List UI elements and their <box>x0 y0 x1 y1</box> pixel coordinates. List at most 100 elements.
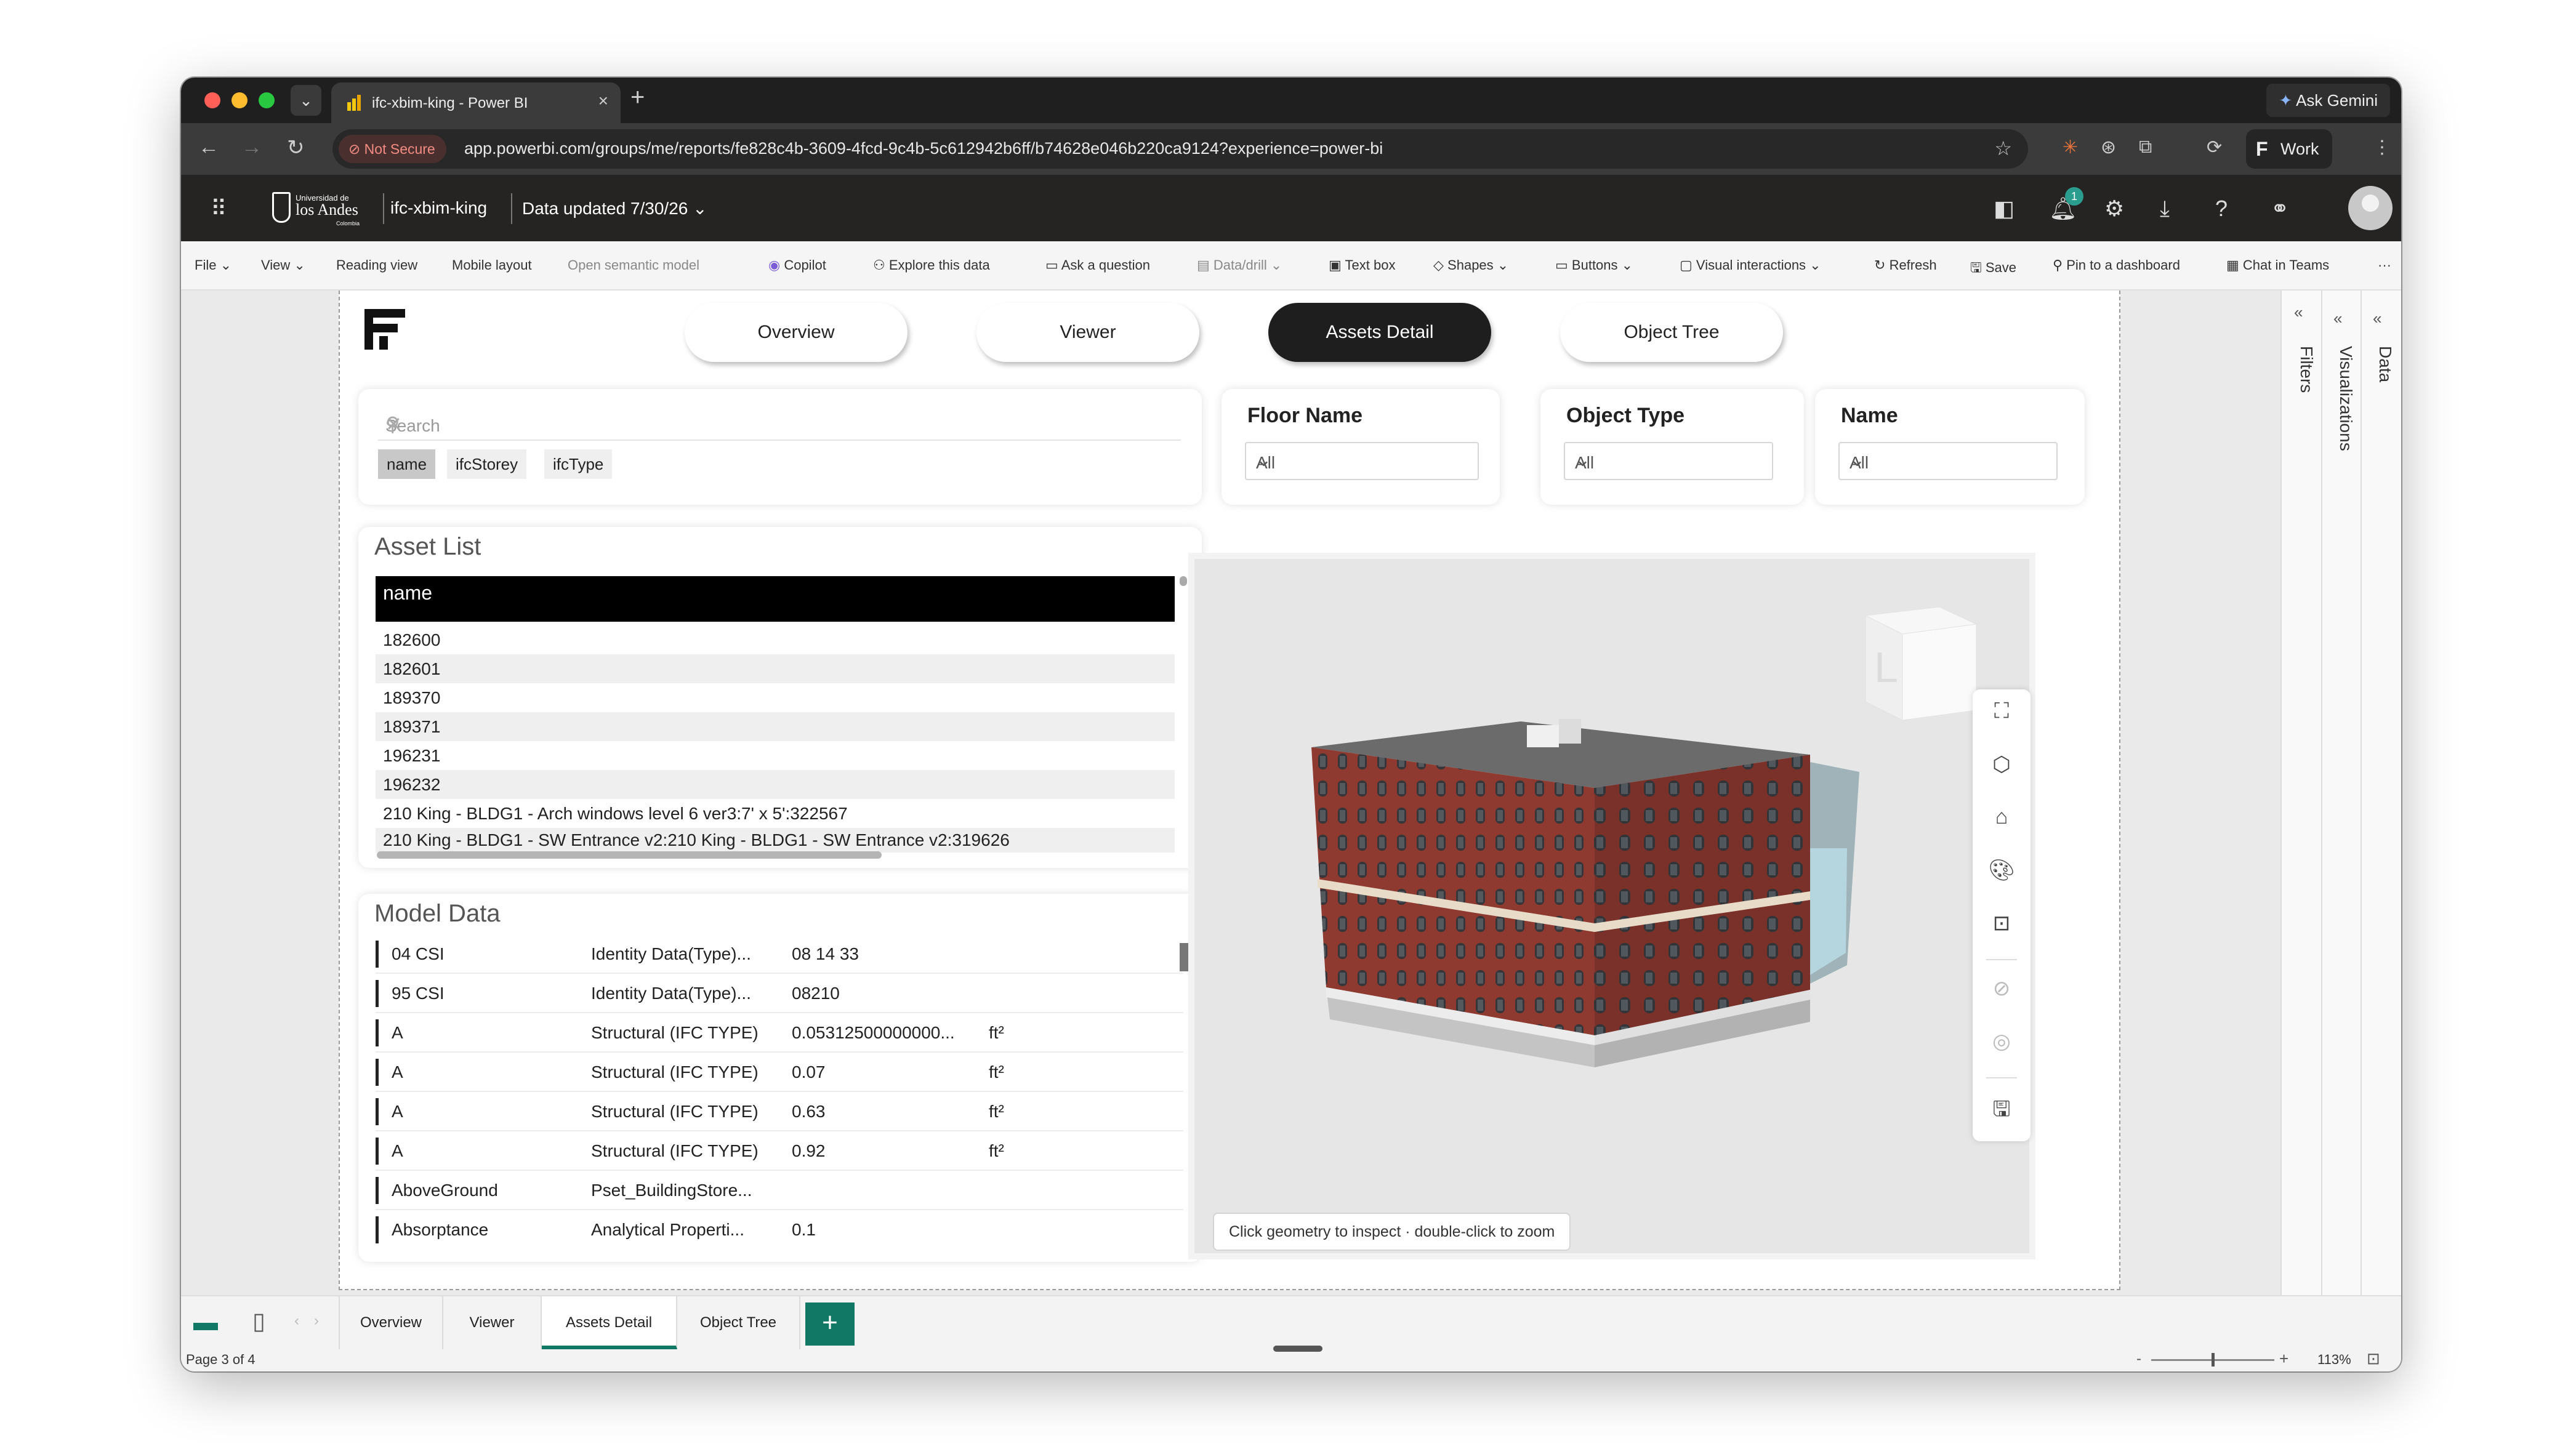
data-updated-dropdown[interactable]: Data updated 7/30/26 ⌄ <box>522 198 707 219</box>
table-row[interactable]: 189371 <box>376 712 1175 741</box>
palette-icon[interactable]: 🎨︎ <box>1973 858 2031 883</box>
building-model[interactable]: L <box>1194 559 2029 1253</box>
table-row[interactable]: 182600 <box>376 625 1175 654</box>
scroll-handle[interactable] <box>1273 1346 1322 1352</box>
shapes-menu[interactable]: ◇ Shapes ⌄ <box>1433 257 1508 273</box>
table-row[interactable]: 196232 <box>376 770 1175 799</box>
browser-menu-icon[interactable]: ⋮ <box>2373 137 2391 158</box>
openai-extension-icon[interactable]: ⊛ <box>2101 137 2116 158</box>
focus-icon[interactable]: ⊡ <box>1973 911 2031 936</box>
copilot-button[interactable]: ◉ Copilot <box>768 257 826 273</box>
asset-list-header[interactable]: name <box>376 576 1175 622</box>
table-row[interactable]: AboveGround Pset_BuildingStore... <box>376 1171 1183 1210</box>
table-row[interactable]: 95 CSI Identity Data(Type)... 08210 <box>376 974 1183 1013</box>
open-semantic-model-button[interactable]: Open semantic model <box>568 257 699 273</box>
save-button[interactable]: 🖫︎ Save <box>1970 257 2016 281</box>
ifc-3d-viewer[interactable]: L ⛶ ⬡ ⌂ 🎨︎ ⊡ ⊘ ◎ 🖫︎ Click geometry to in… <box>1188 553 2035 1259</box>
mobile-layout-button[interactable]: Mobile layout <box>452 257 532 273</box>
table-row[interactable]: 189370 <box>376 683 1175 712</box>
data-drill-menu[interactable]: ▤ Data/drill ⌄ <box>1197 257 1282 273</box>
view-menu[interactable]: View ⌄ <box>261 257 305 273</box>
mobile-layout-icon[interactable]: ▯ <box>252 1307 265 1335</box>
back-arrow-icon[interactable]: ← <box>198 135 219 159</box>
filters-pane-tab[interactable]: Filters <box>2296 346 2316 393</box>
visual-interactions-menu[interactable]: ▢ Visual interactions ⌄ <box>1680 257 1821 273</box>
table-row[interactable]: A Structural (IFC TYPE) 0.63 ft² <box>376 1092 1183 1131</box>
table-row[interactable]: Absorptance Analytical Properti... 0.1 <box>376 1210 1183 1250</box>
close-tab-icon[interactable]: × <box>598 91 608 111</box>
nav-viewer-button[interactable]: Viewer <box>976 303 1199 362</box>
table-row[interactable]: 04 CSI Identity Data(Type)... 08 14 33 <box>376 934 1183 974</box>
page-tab-overview[interactable]: Overview <box>339 1296 443 1349</box>
save-view-icon[interactable]: 🖫︎ <box>1973 1094 2031 1130</box>
ask-gemini-button[interactable]: ✦ Ask Gemini <box>2266 84 2390 117</box>
desktop-layout-icon[interactable]: ▬ <box>193 1309 218 1336</box>
chat-teams-button[interactable]: ▦ Chat in Teams <box>2226 257 2329 273</box>
collapse-visualizations-icon[interactable]: « <box>2333 309 2342 328</box>
claude-extension-icon[interactable]: ✳ <box>2063 137 2078 158</box>
puzzle-extensions-icon[interactable]: ⧉ <box>2139 137 2152 158</box>
fit-to-page-icon[interactable]: ⊡ <box>2367 1349 2380 1368</box>
file-menu[interactable]: File ⌄ <box>195 257 231 273</box>
share-link-icon[interactable]: ⚭ <box>2271 196 2289 222</box>
buttons-menu[interactable]: ▭ Buttons ⌄ <box>1555 257 1633 273</box>
omnibox[interactable]: ⊘ Not Secure app.powerbi.com/groups/me/r… <box>332 129 2028 169</box>
more-options-icon[interactable]: ··· <box>2378 257 2391 273</box>
layout-panel-icon[interactable]: ◧ <box>1994 196 2015 222</box>
nav-overview-button[interactable]: Overview <box>685 303 908 362</box>
reading-view-button[interactable]: Reading view <box>336 257 417 273</box>
uniandes-logo[interactable]: Universidad de los Andes Colombia <box>272 192 377 227</box>
profile-work-button[interactable]: F Work <box>2246 129 2332 169</box>
name-dropdown[interactable]: All ⌄ <box>1838 442 2058 480</box>
help-icon[interactable]: ? <box>2215 196 2228 222</box>
browser-tab[interactable]: ifc-xbim-king - Power BI × <box>331 82 621 123</box>
not-secure-badge[interactable]: ⊘ Not Secure <box>339 135 446 163</box>
clear-icon[interactable]: ✕ <box>385 412 1177 436</box>
visualizations-pane-tab[interactable]: Visualizations <box>2336 346 2356 451</box>
sync-icon[interactable]: ⟳ <box>2207 137 2222 158</box>
data-pane-tab[interactable]: Data <box>2375 346 2395 382</box>
user-avatar[interactable] <box>2348 186 2393 230</box>
pin-dashboard-button[interactable]: ⚲ Pin to a dashboard <box>2053 257 2180 273</box>
refresh-button[interactable]: ↻ Refresh <box>1874 257 1937 273</box>
settings-gear-icon[interactable]: ⚙ <box>2104 196 2124 222</box>
zoom-slider-thumb[interactable] <box>2212 1353 2215 1367</box>
nav-assets-detail-button[interactable]: Assets Detail <box>1268 303 1491 362</box>
search-field-chip[interactable]: ifcStorey <box>447 449 527 479</box>
table-row[interactable]: A Structural (IFC TYPE) 0.05312500000000..… <box>376 1013 1183 1053</box>
show-icon[interactable]: ◎ <box>1973 1029 2031 1054</box>
search-field-chip[interactable]: ifcType <box>544 449 613 479</box>
page-tab-viewer[interactable]: Viewer <box>443 1296 542 1349</box>
add-page-button[interactable]: + <box>805 1302 855 1346</box>
cube-icon[interactable]: ⬡ <box>1973 752 2031 777</box>
table-row[interactable]: A Structural (IFC TYPE) 0.07 ft² <box>376 1053 1183 1092</box>
zoom-out-icon[interactable]: - <box>2136 1351 2141 1368</box>
app-launcher-icon[interactable]: ⠿ <box>211 196 227 222</box>
zoom-in-icon[interactable]: + <box>2279 1349 2288 1368</box>
floor-name-dropdown[interactable]: All ⌄ <box>1245 442 1479 480</box>
collapse-filters-icon[interactable]: « <box>2294 303 2303 322</box>
fullscreen-icon[interactable]: ⛶ <box>1973 699 2031 723</box>
vertical-scrollbar[interactable] <box>1180 576 1187 586</box>
collapse-data-icon[interactable]: « <box>2373 309 2381 328</box>
tab-search-chevron-icon[interactable]: ⌄ <box>291 85 321 116</box>
reload-icon[interactable]: ↻ <box>287 135 305 160</box>
table-row[interactable]: A Structural (IFC TYPE) 0.92 ft² <box>376 1131 1183 1171</box>
hide-icon[interactable]: ⊘ <box>1973 976 2031 1001</box>
download-icon[interactable]: ⤓ <box>2160 196 2170 222</box>
close-window-icon[interactable] <box>204 92 220 108</box>
forward-arrow-icon[interactable]: → <box>241 135 262 159</box>
view-cube[interactable]: L <box>1864 606 1978 721</box>
horizontal-scrollbar[interactable] <box>377 851 882 859</box>
nav-object-tree-button[interactable]: Object Tree <box>1560 303 1783 362</box>
table-row[interactable]: 182601 <box>376 654 1175 683</box>
text-box-button[interactable]: ▣ Text box <box>1329 257 1395 273</box>
report-name[interactable]: ifc-xbim-king <box>390 198 487 218</box>
search-input[interactable]: Search ⚲ ✕ <box>378 410 1181 441</box>
explore-data-button[interactable]: ⚇ Explore this data <box>873 257 990 273</box>
zoom-level[interactable]: 113% <box>2317 1352 2351 1368</box>
maximize-window-icon[interactable] <box>259 92 275 108</box>
table-row[interactable]: 210 King - BLDG1 - SW Entrance v2:210 Ki… <box>376 828 1175 853</box>
search-field-chip[interactable]: name <box>378 449 436 479</box>
table-row[interactable]: 196231 <box>376 741 1175 770</box>
